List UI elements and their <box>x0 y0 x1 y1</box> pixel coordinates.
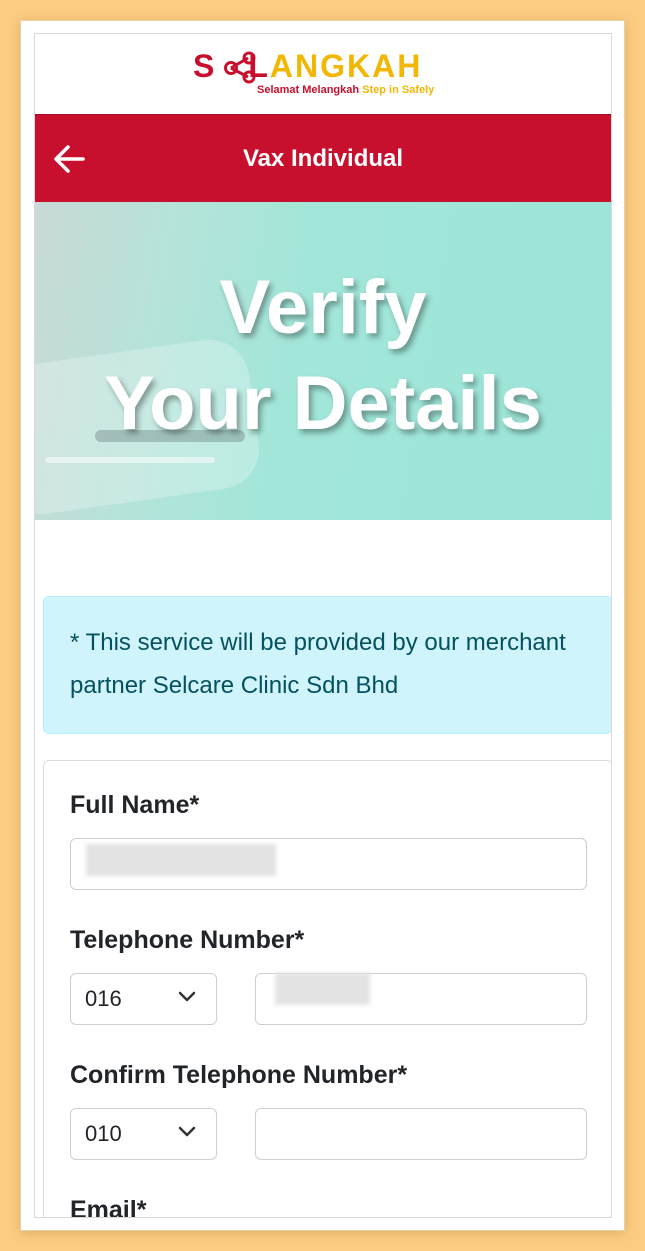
confirm-telephone-input[interactable] <box>255 1108 587 1160</box>
screenshot-frame: S LANGKAH Selamat Melangkah Step in Safel… <box>20 20 625 1231</box>
redacted-name <box>86 844 276 876</box>
logo-wordmark-rest: ANGKAH <box>269 48 423 84</box>
hero-title: Verify Your Details <box>35 260 611 452</box>
telephone-label: Telephone Number* <box>70 926 305 954</box>
page-title: Vax Individual <box>242 145 404 172</box>
confirm-telephone-group: Confirm Telephone Number* 010 <box>70 1061 587 1160</box>
telephone-group: Telephone Number* 016 <box>70 926 587 1025</box>
telephone-prefix-value: 016 <box>85 986 122 1011</box>
logo-bar: S LANGKAH Selamat Melangkah Step in Safel… <box>35 34 611 114</box>
hero-title-line2: Your Details <box>104 361 542 446</box>
share-nodes-icon <box>224 51 256 84</box>
selangkah-logo: S LANGKAH Selamat Melangkah Step in Safel… <box>193 48 468 98</box>
confirm-telephone-row: 010 <box>70 1108 587 1160</box>
chevron-down-icon <box>178 991 196 1002</box>
confirm-telephone-prefix-select[interactable]: 010 <box>70 1108 217 1160</box>
details-form-card: Full Name* Telephone Number* 016 Confirm… <box>43 760 611 1218</box>
full-name-wrapper <box>70 838 587 890</box>
app-screen: S LANGKAH Selamat Melangkah Step in Safel… <box>34 33 612 1218</box>
redacted-telephone <box>275 973 370 1005</box>
tagline-malay: Selamat Melangkah <box>257 84 360 96</box>
confirm-telephone-label: Confirm Telephone Number* <box>70 1061 408 1089</box>
email-label: Email* <box>70 1196 147 1218</box>
full-name-group: Full Name* <box>70 791 587 890</box>
tagline-english: Step in Safely <box>362 84 435 96</box>
telephone-row: 016 <box>70 973 587 1025</box>
logo-tagline: Selamat Melangkah Step in Safely <box>257 84 434 96</box>
hero-title-line1: Verify <box>219 265 427 350</box>
hero-background-highlight <box>45 457 215 463</box>
info-alert: * This service will be provided by our m… <box>43 596 611 734</box>
logo-letter-s: S <box>193 48 217 84</box>
confirm-telephone-prefix-value: 010 <box>85 1121 122 1146</box>
app-header: Vax Individual <box>35 114 611 202</box>
chevron-down-icon <box>178 1126 196 1137</box>
hero-banner: Verify Your Details <box>35 202 611 520</box>
telephone-prefix-select[interactable]: 016 <box>70 973 217 1025</box>
full-name-label: Full Name* <box>70 791 200 819</box>
